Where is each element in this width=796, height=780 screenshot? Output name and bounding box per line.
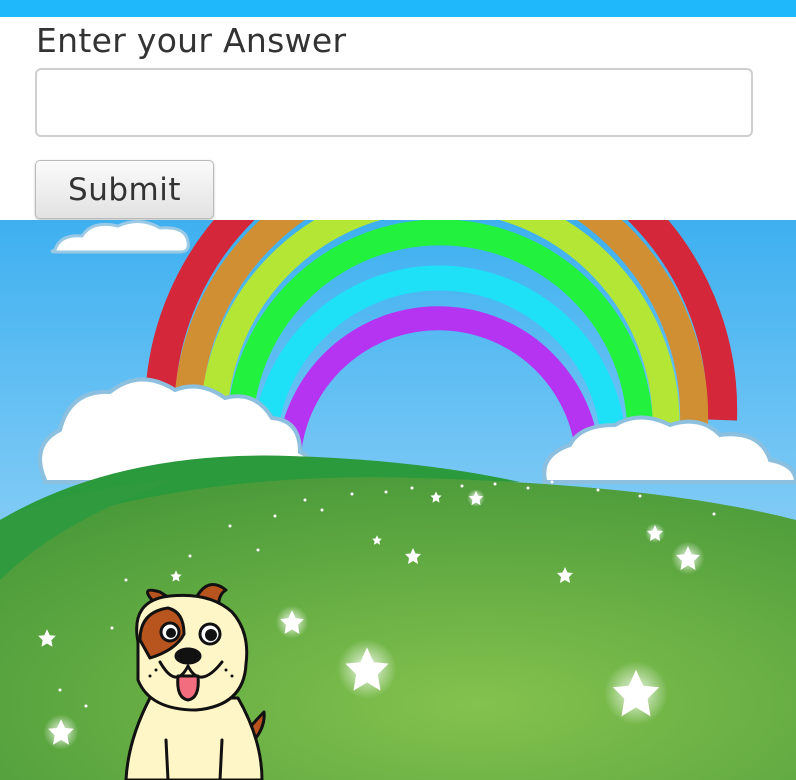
background-scene xyxy=(0,220,796,780)
star-icon xyxy=(604,661,668,725)
star-icon xyxy=(645,523,665,543)
answer-input[interactable] xyxy=(35,68,753,137)
star-icon xyxy=(467,489,485,507)
submit-button[interactable]: Submit xyxy=(35,160,214,219)
front-hill xyxy=(0,477,796,780)
answer-form: Enter your Answer Submit xyxy=(0,17,796,220)
answer-prompt-label: Enter your Answer xyxy=(36,21,347,60)
star-icon xyxy=(43,714,79,750)
top-bar xyxy=(0,0,796,17)
answer-page: Enter your Answer Submit xyxy=(0,0,796,780)
scene-illustration xyxy=(0,220,796,780)
star-icon xyxy=(275,605,309,639)
star-icon xyxy=(671,541,705,575)
star-icon xyxy=(337,639,397,699)
